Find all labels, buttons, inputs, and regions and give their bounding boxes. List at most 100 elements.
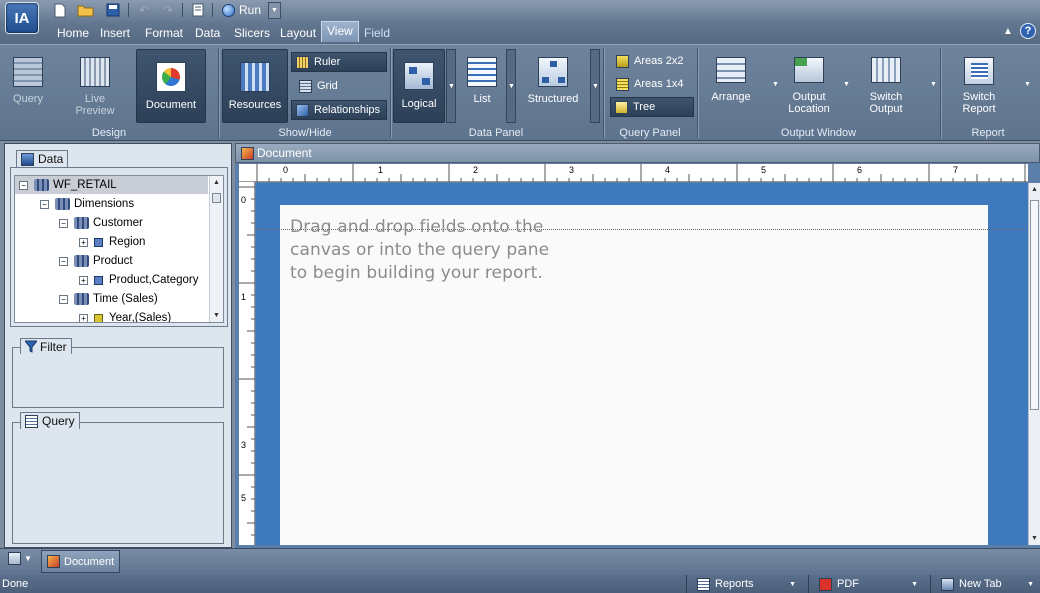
resources-icon	[240, 62, 270, 92]
document-view-button[interactable]: Document	[136, 49, 206, 123]
window-list-icon	[8, 552, 21, 565]
scroll-thumb[interactable]	[1030, 200, 1039, 410]
expand-toggle[interactable]: +	[79, 313, 88, 322]
group-label-show-hide: Show/Hide	[278, 127, 332, 139]
switch-output-button[interactable]: Switch Output	[860, 57, 912, 115]
scroll-thumb[interactable]	[212, 193, 221, 203]
print-preview-icon[interactable]	[189, 2, 207, 18]
ruler-toggle[interactable]: Ruler	[291, 52, 387, 72]
separator	[940, 48, 941, 138]
horizontal-ruler: 0 1 2 3 4 5 6 7	[239, 164, 1028, 182]
run-dropdown-chevron-icon[interactable]: ▼	[268, 2, 281, 19]
areas-2x2-toggle[interactable]: Areas 2x2	[612, 51, 696, 71]
status-bar: Done Reports ▼ PDF ▼ New Tab ▼	[0, 575, 1040, 593]
undo-icon[interactable]: ↶	[136, 2, 152, 18]
app-logo[interactable]: IA	[5, 2, 39, 34]
expand-toggle[interactable]: +	[79, 237, 88, 247]
document-icon	[156, 62, 186, 92]
redo-icon[interactable]: ↷	[160, 2, 176, 18]
query-button[interactable]: Query	[6, 57, 50, 105]
live-preview-button[interactable]: Live Preview	[70, 57, 120, 117]
title-bar: IA ↶ ↷ Run ▼ Home Insert Format Data Sli…	[0, 0, 1040, 44]
arrange-button[interactable]: Arrange	[706, 57, 756, 103]
tab-field[interactable]: Field	[364, 24, 390, 42]
collapse-toggle[interactable]: −	[59, 294, 68, 304]
switch-output-dropdown-chevron-icon[interactable]: ▼	[930, 81, 937, 88]
tree-item-product[interactable]: − Product	[59, 252, 133, 270]
tree-item-dimensions[interactable]: − Dimensions	[40, 195, 134, 213]
ribbon: Query Live Preview Document Design Resou…	[0, 44, 1040, 141]
new-tab-dropdown[interactable]: New Tab ▼	[930, 575, 1040, 593]
pdf-icon	[819, 577, 832, 591]
tree-item-year-sales[interactable]: + Year,(Sales)	[79, 309, 171, 322]
resources-button[interactable]: Resources	[222, 49, 288, 123]
scroll-up-icon[interactable]: ▲	[1031, 186, 1038, 193]
logical-icon	[404, 62, 434, 90]
tab-layout[interactable]: Layout	[280, 24, 316, 42]
list-icon	[467, 57, 497, 87]
expand-toggle[interactable]: +	[79, 275, 88, 285]
query-panel[interactable]	[12, 422, 224, 544]
list-button[interactable]: List	[462, 57, 502, 105]
save-icon[interactable]	[105, 2, 121, 18]
collapse-toggle[interactable]: −	[59, 256, 68, 266]
structured-button[interactable]: Structured	[522, 57, 584, 105]
collapse-toggle[interactable]: −	[19, 180, 28, 190]
filter-funnel-icon	[25, 340, 37, 353]
tab-data[interactable]: Data	[195, 24, 220, 42]
areas-1x4-toggle[interactable]: Areas 1x4	[612, 74, 696, 94]
dimension-icon	[74, 217, 89, 229]
open-folder-icon[interactable]	[76, 2, 94, 18]
reports-dropdown[interactable]: Reports ▼	[686, 575, 802, 593]
logical-button[interactable]: Logical	[393, 49, 445, 123]
document-scrollbar[interactable]: ▲ ▼	[1028, 183, 1040, 545]
document-tab[interactable]: Document	[41, 550, 120, 573]
vertical-ruler: 0 1 3 5	[239, 182, 255, 545]
data-tree[interactable]: − WF_RETAIL − Dimensions − Customer + Re…	[14, 175, 224, 323]
database-icon	[21, 152, 34, 166]
output-location-dropdown-chevron-icon[interactable]: ▼	[843, 81, 850, 88]
scroll-down-icon[interactable]: ▼	[1031, 535, 1038, 542]
new-file-icon[interactable]	[52, 2, 68, 18]
ruler-ticks	[239, 186, 255, 536]
tab-home[interactable]: Home	[57, 24, 89, 42]
report-icon	[697, 577, 710, 591]
collapse-ribbon-icon[interactable]: ▲	[1003, 26, 1013, 37]
tab-insert[interactable]: Insert	[100, 24, 130, 42]
switch-report-button[interactable]: Switch Report	[953, 57, 1005, 115]
tree-item-customer[interactable]: − Customer	[59, 214, 143, 232]
tree-item-time-sales[interactable]: − Time (Sales)	[59, 290, 158, 308]
scroll-down-icon[interactable]: ▼	[213, 312, 220, 319]
arrange-dropdown-chevron-icon[interactable]: ▼	[772, 81, 779, 88]
ruler-ticks	[256, 164, 1026, 182]
hierarchy-field-icon	[94, 313, 103, 322]
relationships-toggle[interactable]: Relationships	[291, 100, 387, 120]
tab-view[interactable]: View	[321, 21, 359, 42]
collapse-toggle[interactable]: −	[40, 199, 49, 209]
help-icon[interactable]: ?	[1020, 23, 1036, 39]
tree-item-region[interactable]: + Region	[79, 233, 145, 251]
tree-scrollbar[interactable]: ▲ ▼	[209, 176, 223, 322]
pdf-dropdown[interactable]: PDF ▼	[808, 575, 924, 593]
tree-item-product-category[interactable]: + Product,Category	[79, 271, 199, 289]
ruler-label: 1	[241, 292, 247, 302]
switch-report-dropdown-chevron-icon[interactable]: ▼	[1024, 81, 1031, 88]
collapse-toggle[interactable]: −	[59, 218, 68, 228]
document-chart-icon	[241, 146, 254, 160]
areas-2x2-icon	[616, 54, 629, 68]
tab-list-button[interactable]: ▼	[8, 552, 32, 565]
output-location-button[interactable]: Output Location	[784, 57, 834, 115]
grid-toggle[interactable]: Grid	[295, 76, 385, 96]
tab-slicers[interactable]: Slicers	[234, 24, 270, 42]
query-panel-title: Query	[20, 412, 80, 429]
filter-panel[interactable]	[12, 347, 224, 408]
tab-format[interactable]: Format	[145, 24, 183, 42]
tree-icon	[615, 100, 628, 114]
tree-toggle[interactable]: Tree	[610, 97, 694, 117]
scroll-up-icon[interactable]: ▲	[213, 179, 220, 186]
new-tab-icon	[941, 577, 954, 591]
ruler-label: 5	[761, 165, 767, 175]
run-button[interactable]: Run	[222, 2, 261, 18]
tree-item-wf-retail[interactable]: − WF_RETAIL	[15, 176, 208, 194]
ruler-label: 4	[665, 165, 671, 175]
